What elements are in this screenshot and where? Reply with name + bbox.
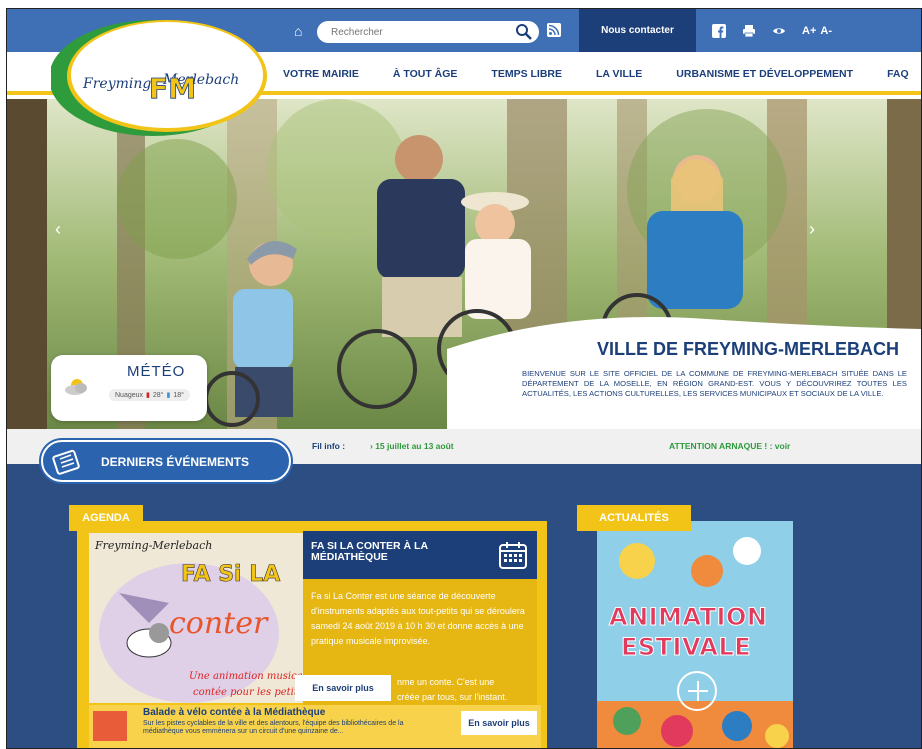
latest-events-label: DERNIERS ÉVÉNEMENTS — [101, 455, 250, 469]
eye-icon[interactable] — [772, 24, 786, 38]
nav-item-faq[interactable]: FAQ — [887, 68, 909, 80]
site-logo[interactable]: Freyming- Merlebach FM — [49, 14, 271, 139]
nav-item-urbanisme[interactable]: URBANISME ET DÉVELOPPEMENT — [676, 68, 853, 80]
event-image-title: Freyming-Merlebach — [94, 539, 212, 552]
newspaper-icon — [52, 449, 80, 475]
news-ticker-item[interactable]: › 15 juillet au 13 août — [370, 441, 454, 451]
agenda-tag: AGENDA — [69, 505, 143, 531]
hero-slider: ‹ › VILLE DE FREYMING-MERLEBACH Bienvenu… — [7, 99, 921, 429]
rss-icon[interactable] — [547, 23, 561, 37]
event2-title[interactable]: Balade à vélo contée à la Médiathèque — [143, 707, 325, 718]
news-image[interactable]: ANIMATION ESTIVALE — [597, 521, 793, 748]
event2-description: Sur les pistes cyclables de la ville et … — [143, 720, 404, 735]
weather-condition: Nuageux — [115, 391, 144, 399]
cloud-icon — [65, 379, 87, 395]
weather-info: Nuageux ▮ 28° ▮ 18° — [109, 389, 190, 401]
event-image-line1: FA Si LA — [181, 562, 280, 587]
event2-more-button[interactable]: En savoir plus — [461, 711, 537, 735]
nav-item-la-ville[interactable]: LA VILLE — [596, 68, 642, 80]
weather-title: MÉTÉO — [127, 363, 186, 380]
latest-events-button[interactable]: DERNIERS ÉVÉNEMENTS — [41, 440, 291, 482]
svg-text:Freyming-: Freyming- — [82, 76, 156, 92]
font-increase-button[interactable]: A+ — [802, 25, 816, 37]
event-header: FA SI LA CONTER À LA MÉDIATHÈQUE — [303, 531, 537, 579]
news-ticker-label: Fil info : — [312, 441, 346, 451]
poster-title-line1: ANIMATION — [608, 603, 768, 632]
event-description: Fa si La Conter est une séance de découv… — [311, 591, 525, 646]
thermometer-hot-icon: ▮ — [146, 392, 150, 399]
nav-item-votre-mairie[interactable]: VOTRE MAIRIE — [283, 68, 359, 80]
weather-widget[interactable]: MÉTÉO Nuageux ▮ 28° ▮ 18° — [51, 355, 207, 421]
event-image[interactable]: Freyming-Merlebach FA Si LA conter Une a… — [89, 533, 303, 703]
plus-icon[interactable] — [677, 671, 717, 711]
font-decrease-button[interactable]: A- — [820, 25, 832, 37]
event-title[interactable]: FA SI LA CONTER À LA MÉDIATHÈQUE — [311, 541, 491, 563]
nav-item-a-tout-age[interactable]: À TOUT ÂGE — [393, 68, 458, 80]
weather-temp-max: 28° — [152, 391, 164, 399]
hero-description: Bienvenue sur le site officiel de la com… — [522, 369, 907, 398]
facebook-icon[interactable] — [712, 23, 726, 38]
print-icon[interactable] — [742, 24, 756, 38]
calendar-icon — [499, 542, 527, 569]
slider-prev-arrow[interactable]: ‹ — [55, 219, 61, 240]
poster-title-line2: ESTIVALE — [620, 633, 752, 662]
event-more-button[interactable]: En savoir plus — [295, 675, 391, 701]
event-image-caption2: contée pour les petits — [193, 687, 303, 698]
search-box[interactable] — [317, 21, 539, 43]
thermometer-cold-icon: ▮ — [166, 392, 171, 399]
weather-temp-min: 18° — [173, 391, 184, 399]
event-thumbnail — [93, 711, 127, 741]
slider-next-arrow[interactable]: › — [809, 219, 815, 240]
nav-item-temps-libre[interactable]: TEMPS LIBRE — [491, 68, 562, 80]
svg-text:FM: FM — [149, 72, 196, 105]
toolbar: A+ A- — [712, 9, 832, 52]
news-tag: ACTUALITÉS — [577, 505, 691, 531]
home-icon[interactable]: ⌂ — [294, 23, 302, 39]
search-input[interactable] — [331, 24, 511, 40]
search-icon[interactable] — [515, 23, 533, 41]
news-ticker-item[interactable]: ATTENTION ARNAQUE ! : voir — [669, 441, 790, 451]
event-image-caption1: Une animation musicale — [189, 671, 303, 682]
event-description-continued: nme un conte. C'est une créée par tous, … — [397, 677, 508, 702]
contact-button[interactable]: Nous contacter — [579, 9, 696, 52]
hero-title: VILLE DE FREYMING-MERLEBACH — [597, 339, 900, 359]
browser-frame: ⌂ Nous contacter — [6, 8, 922, 749]
event-image-line2: conter — [169, 606, 269, 641]
